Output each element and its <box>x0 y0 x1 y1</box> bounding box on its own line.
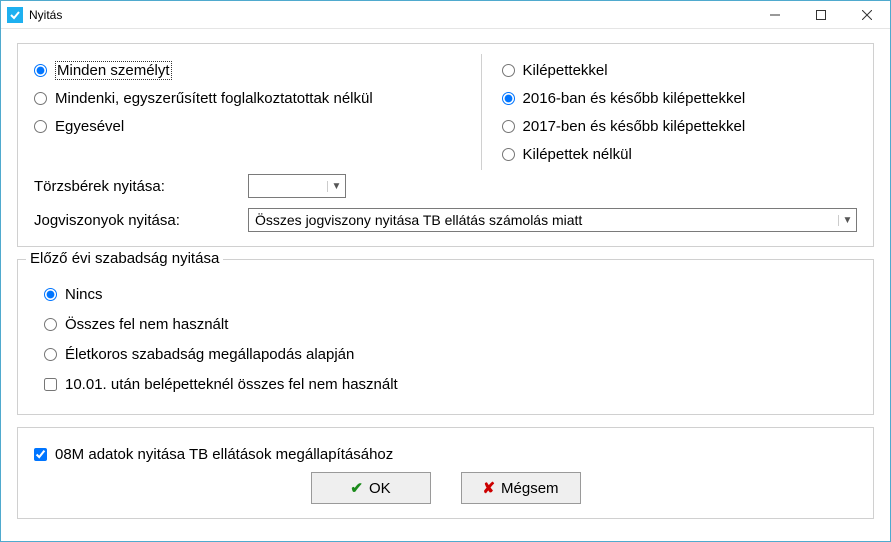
check-1001-utan[interactable] <box>44 378 57 391</box>
radio-2017-kilepettekkel[interactable] <box>502 120 515 133</box>
selection-group: Minden személyt Mindenki, egyszerűsített… <box>17 43 874 247</box>
radio-kilepettekkel-label: Kilépettekkel <box>523 62 608 79</box>
radio-egyesevel[interactable] <box>34 120 47 133</box>
radio-mindenki-nelkul[interactable] <box>34 92 47 105</box>
minimize-button[interactable] <box>752 1 798 28</box>
check-08m-adatok-label: 08M adatok nyitása TB ellátások megállap… <box>55 446 393 463</box>
jogviszony-value: Összes jogviszony nyitása TB ellátás szá… <box>255 212 838 228</box>
radio-minden-szemelyt-label: Minden személyt <box>55 61 172 80</box>
bottom-group: 08M adatok nyitása TB ellátások megállap… <box>17 427 874 519</box>
content-area: Minden személyt Mindenki, egyszerűsített… <box>1 29 890 541</box>
window-title: Nyitás <box>29 8 752 22</box>
radio-eletkoros-label: Életkoros szabadság megállapodás alapján <box>65 346 354 363</box>
cross-icon: ✘ <box>482 479 495 497</box>
chevron-down-icon: ▼ <box>838 215 854 226</box>
cancel-button-label: Mégsem <box>501 480 559 497</box>
radio-kilepettekkel[interactable] <box>502 64 515 77</box>
ok-button-label: OK <box>369 480 391 497</box>
close-button[interactable] <box>844 1 890 28</box>
radio-osszes-fel-nem-label: Összes fel nem használt <box>65 316 228 333</box>
radio-egyesevel-label: Egyesével <box>55 118 124 135</box>
app-icon <box>7 7 23 23</box>
check-1001-utan-label: 10.01. után belépetteknél összes fel nem… <box>65 376 398 393</box>
ok-button[interactable]: ✔ OK <box>311 472 431 504</box>
window-controls <box>752 1 890 28</box>
radio-mindenki-nelkul-label: Mindenki, egyszerűsített foglalkoztatott… <box>55 90 373 107</box>
radio-2016-kilepettekkel-label: 2016-ban és később kilépettekkel <box>523 90 746 107</box>
radio-eletkoros[interactable] <box>44 348 57 361</box>
prev-leave-title: Előző évi szabadság nyitása <box>26 250 223 267</box>
maximize-button[interactable] <box>798 1 844 28</box>
base-wages-label: Törzsbérek nyitása: <box>34 178 234 195</box>
check-icon: ✔ <box>350 479 363 497</box>
prev-leave-group: Előző évi szabadság nyitása Nincs Összes… <box>17 259 874 415</box>
exit-scope-group: Kilépettekkel 2016-ban és később kilépet… <box>481 54 857 170</box>
radio-minden-szemelyt[interactable] <box>34 64 47 77</box>
radio-nincs[interactable] <box>44 288 57 301</box>
radio-2016-kilepettekkel[interactable] <box>502 92 515 105</box>
jogviszony-label: Jogviszonyok nyitása: <box>34 212 234 229</box>
radio-kilepettek-nelkul-label: Kilépettek nélkül <box>523 146 632 163</box>
radio-kilepettek-nelkul[interactable] <box>502 148 515 161</box>
person-scope-group: Minden személyt Mindenki, egyszerűsített… <box>34 54 461 170</box>
chevron-down-icon: ▼ <box>327 181 343 192</box>
jogviszony-dropdown[interactable]: Összes jogviszony nyitása TB ellátás szá… <box>248 208 857 232</box>
radio-nincs-label: Nincs <box>65 286 103 303</box>
check-08m-adatok[interactable] <box>34 448 47 461</box>
window: Nyitás Minden személyt <box>0 0 891 542</box>
cancel-button[interactable]: ✘ Mégsem <box>461 472 581 504</box>
titlebar: Nyitás <box>1 1 890 29</box>
base-wages-dropdown[interactable]: ▼ <box>248 174 346 198</box>
radio-2017-kilepettekkel-label: 2017-ben és később kilépettekkel <box>523 118 746 135</box>
radio-osszes-fel-nem[interactable] <box>44 318 57 331</box>
